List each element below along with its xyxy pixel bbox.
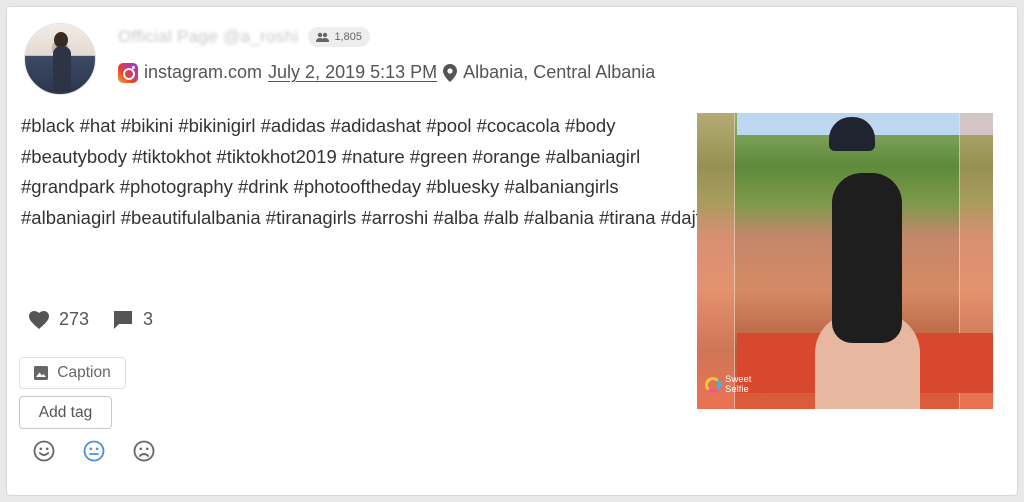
avatar-figure-shape xyxy=(53,46,71,92)
post-card: Official Page @a_roshi 1,805 instagram.c… xyxy=(6,6,1018,496)
watermark-logo-icon xyxy=(705,377,721,393)
post-date-link[interactable]: July 2, 2019 5:13 PM xyxy=(268,62,437,83)
image-person xyxy=(832,173,902,343)
account-handle: @a_roshi xyxy=(223,27,299,46)
author-row: Official Page @a_roshi 1,805 xyxy=(118,27,370,47)
smile-face-icon[interactable] xyxy=(33,440,55,462)
account-name[interactable]: Official Page @a_roshi xyxy=(118,27,298,47)
image-watermark: Sweet Selfie xyxy=(705,375,759,395)
comments-stat: 3 xyxy=(113,309,153,330)
comment-icon xyxy=(114,310,133,329)
post-caption-text: #black #hat #bikini #bikinigirl #adidas … xyxy=(21,115,701,228)
source-label: instagram.com xyxy=(144,62,263,82)
watermark-text: Sweet Selfie xyxy=(725,374,752,395)
followers-badge: 1,805 xyxy=(308,27,370,47)
engagement-stats: 273 3 xyxy=(29,309,177,330)
sentiment-selector xyxy=(33,440,155,462)
caption-button[interactable]: Caption xyxy=(19,357,126,389)
add-tag-button[interactable]: Add tag xyxy=(19,396,112,429)
account-name-text: Official Page xyxy=(118,27,218,46)
image-cap xyxy=(829,117,875,151)
location-label: Albania, Central Albania xyxy=(463,62,656,82)
avatar[interactable] xyxy=(24,23,96,95)
comments-count: 3 xyxy=(143,309,154,329)
location-pin-icon xyxy=(443,63,458,82)
instagram-icon xyxy=(118,62,138,83)
frown-face-icon[interactable] xyxy=(133,440,155,462)
caption-button-label: Caption xyxy=(57,364,111,381)
post-meta: instagram.com July 2, 2019 5:13 PM Alban… xyxy=(118,62,655,83)
image-left-panel xyxy=(697,113,735,409)
image-icon xyxy=(34,366,49,380)
followers-count: 1,805 xyxy=(334,31,362,43)
add-tag-label: Add tag xyxy=(38,403,93,421)
post-image[interactable]: Sweet Selfie xyxy=(697,113,993,409)
neutral-face-icon[interactable] xyxy=(83,440,105,462)
people-icon xyxy=(316,32,330,42)
likes-count: 273 xyxy=(59,309,90,329)
heart-icon xyxy=(29,310,49,329)
likes-stat: 273 xyxy=(29,309,89,330)
